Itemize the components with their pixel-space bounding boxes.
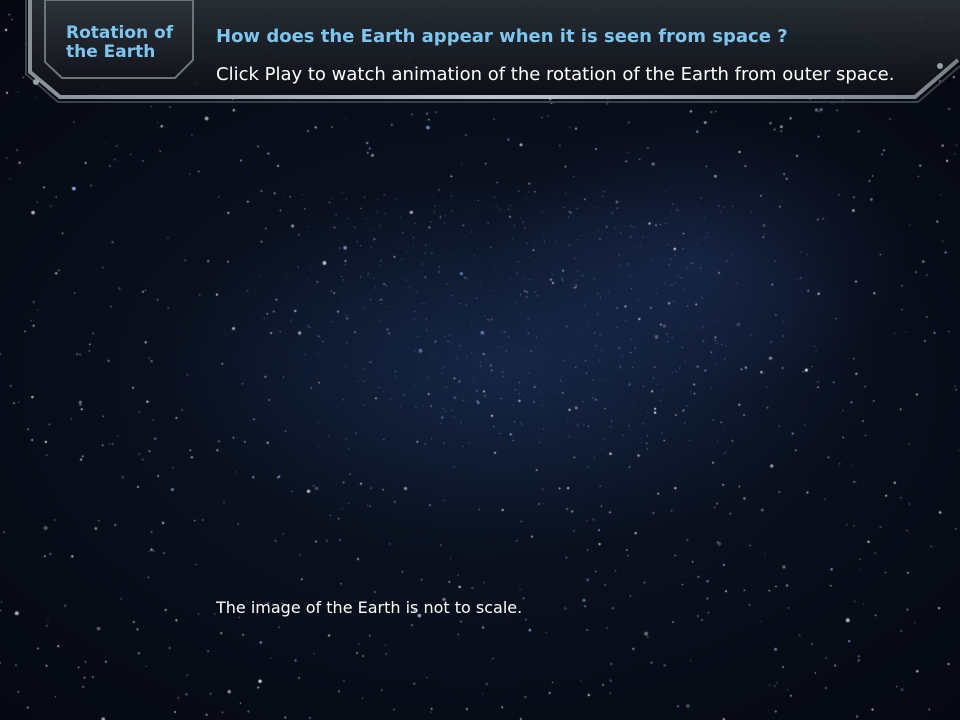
topic-label: Rotation of the Earth — [66, 23, 174, 62]
instruction-text: Click Play to watch animation of the rot… — [216, 64, 895, 85]
space-scene: Rotation of the Earth How does the Earth… — [0, 0, 960, 720]
scale-note: The image of the Earth is not to scale. — [216, 598, 523, 617]
question-heading: How does the Earth appear when it is see… — [216, 26, 788, 47]
